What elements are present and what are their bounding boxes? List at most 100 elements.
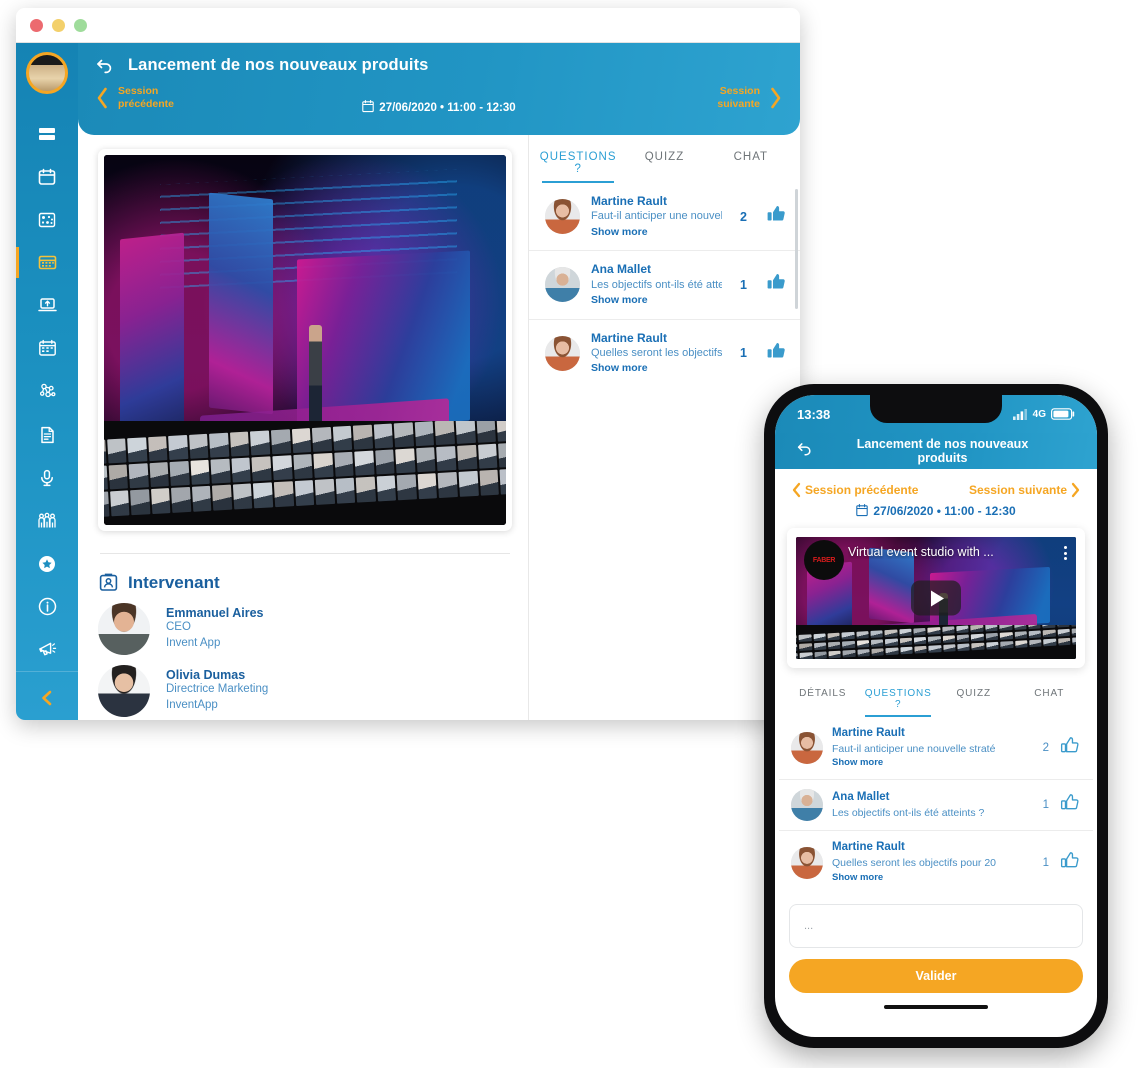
question-body: Martine Rault Faut-il anticiper une nouv… [832, 726, 1028, 770]
live-session-video[interactable] [104, 155, 506, 525]
speakers-section-header: Intervenant [98, 572, 512, 593]
channel-logo[interactable]: FABER [804, 540, 844, 580]
tab-chat[interactable]: CHAT [708, 145, 794, 183]
tab-quizz[interactable]: QUIZZ [936, 684, 1012, 717]
question-author: Martine Rault [832, 841, 905, 854]
question-author: Martine Rault [832, 727, 905, 739]
sidebar-item-workshops[interactable] [16, 284, 78, 327]
chevron-left-icon [42, 690, 52, 706]
question-item[interactable]: Martine Rault Quelles seront les objecti… [779, 830, 1093, 893]
main-area: Lancement de nos nouveaux produits Sessi… [78, 43, 800, 720]
logout-button[interactable] [36, 718, 58, 720]
sidebar-collapse-button[interactable] [37, 678, 57, 718]
session-header-top: Lancement de nos nouveaux produits [94, 55, 784, 76]
calendar-icon [856, 504, 869, 517]
tab-questions[interactable]: QUESTIONS ? [535, 145, 621, 183]
question-author: Martine Rault [591, 330, 668, 345]
question-item[interactable]: Ana Mallet Les objectifs ont-ils été att… [529, 250, 800, 318]
thumbs-up-outline-icon[interactable] [1058, 734, 1081, 762]
sidebar-item-podcast[interactable] [16, 456, 78, 499]
show-more-link[interactable]: Show more [832, 756, 1028, 770]
like-count: 2 [740, 209, 747, 224]
sidebar-items [16, 104, 78, 671]
like-count: 2 [1042, 742, 1049, 755]
calendar-icon [37, 167, 57, 187]
kebab-menu-icon[interactable] [1064, 546, 1067, 560]
document-icon [37, 425, 57, 445]
back-button[interactable] [94, 55, 115, 76]
sidebar-item-agenda[interactable] [16, 155, 78, 198]
youtube-player[interactable]: FABER Virtual event studio with ... [796, 537, 1076, 659]
question-input[interactable]: ... [789, 903, 1083, 948]
show-more-link[interactable]: Show more [591, 293, 722, 309]
speakers-section-title: Intervenant [128, 572, 220, 592]
question-item[interactable]: Martine Rault Faut-il anticiper une nouv… [779, 717, 1093, 779]
sidebar-item-dashboard[interactable] [16, 112, 78, 155]
sidebar-item-documents[interactable] [16, 413, 78, 456]
sidebar-item-favorites[interactable] [16, 542, 78, 585]
previous-session-button[interactable]: Session précédente [94, 85, 174, 111]
content-divider [100, 553, 510, 554]
sidebar-bottom [16, 671, 78, 720]
close-window-button[interactable] [30, 18, 43, 32]
chevron-left-icon [97, 87, 107, 109]
back-button[interactable] [795, 439, 814, 463]
tab-details[interactable]: DÉTAILS [785, 684, 861, 717]
audience-thumbnail-grid [796, 624, 1076, 659]
thumbs-up-icon[interactable] [764, 202, 788, 231]
tab-quizz[interactable]: QUIZZ [621, 145, 707, 183]
sidebar-item-program[interactable] [16, 198, 78, 241]
sessions-calendar-icon [37, 252, 58, 273]
question-item[interactable]: Ana Mallet Les objectifs ont-ils été att… [779, 779, 1093, 830]
question-body: Martine Rault Faut-il anticiper une nouv… [591, 193, 722, 240]
show-more-link[interactable]: Show more [591, 361, 722, 377]
app-logo[interactable] [26, 52, 68, 94]
laptop-upload-icon [37, 295, 58, 316]
stage-panel-center [868, 548, 914, 624]
thumbs-up-outline-icon[interactable] [1058, 791, 1081, 819]
previous-session-button[interactable]: Session précédente [791, 482, 918, 498]
tab-questions[interactable]: QUESTIONS ? [861, 684, 937, 717]
next-session-button[interactable]: Session suivante [969, 482, 1081, 498]
question-item[interactable]: Martine Rault Faut-il anticiper une nouv… [529, 183, 800, 250]
question-text: Les objectifs ont-ils été attei [591, 278, 722, 291]
play-icon[interactable] [911, 580, 961, 616]
speaker-card[interactable]: Olivia Dumas Directrice Marketing Invent… [98, 665, 512, 717]
show-more-link[interactable]: Show more [832, 871, 1028, 885]
question-item[interactable]: Martine Rault Quelles seront les objecti… [529, 318, 800, 387]
next-session-button[interactable]: Session suivante [717, 85, 784, 111]
session-header: Lancement de nos nouveaux produits Sessi… [78, 43, 800, 135]
sidebar-item-information[interactable] [16, 585, 78, 628]
speaker-card[interactable]: Emmanuel Aires CEO Invent App [98, 603, 512, 655]
speaker-info: Emmanuel Aires CEO Invent App [166, 606, 264, 651]
sidebar-item-networking[interactable] [16, 370, 78, 413]
thumbs-up-outline-icon[interactable] [1058, 849, 1081, 877]
question-text: Les objectifs ont-ils été atteints ? [832, 806, 985, 819]
validate-button[interactable]: Valider [789, 958, 1083, 993]
back-arrow-icon [797, 443, 811, 456]
show-more-link[interactable]: Show more [591, 225, 722, 241]
like-count: 1 [740, 346, 747, 361]
live-video-card[interactable] [98, 149, 512, 531]
sidebar-item-planning[interactable] [16, 327, 78, 370]
scrollbar[interactable] [795, 189, 798, 309]
previous-session-label: Session précédente [118, 85, 174, 111]
question-body: Martine Rault Quelles seront les objecti… [591, 330, 722, 377]
sidebar-item-announcements[interactable] [16, 628, 78, 671]
maximize-window-button[interactable] [74, 18, 87, 32]
tab-chat[interactable]: CHAT [1012, 684, 1088, 717]
mobile-device: 13:38 4G Lancement de nos nouveaux produ… [764, 384, 1108, 1048]
sidebar-item-attendees[interactable] [16, 499, 78, 542]
thumbs-up-icon[interactable] [764, 270, 788, 299]
video-title[interactable]: Virtual event studio with ... [848, 545, 1042, 559]
thumbs-up-icon[interactable] [764, 339, 788, 368]
sidebar-item-sessions[interactable] [16, 241, 78, 284]
session-content: Intervenant Emmanuel Aires CEO Invent Ap… [78, 135, 528, 720]
session-nav: Session précédente Session suivante [94, 85, 784, 111]
mobile-header: Lancement de nos nouveaux produits [775, 433, 1097, 469]
network-type: 4G [1032, 408, 1046, 420]
question-text: Faut-il anticiper une nouvelle [591, 210, 722, 223]
planning-board-icon [37, 338, 58, 359]
minimize-window-button[interactable] [52, 18, 65, 32]
avatar [545, 335, 580, 371]
